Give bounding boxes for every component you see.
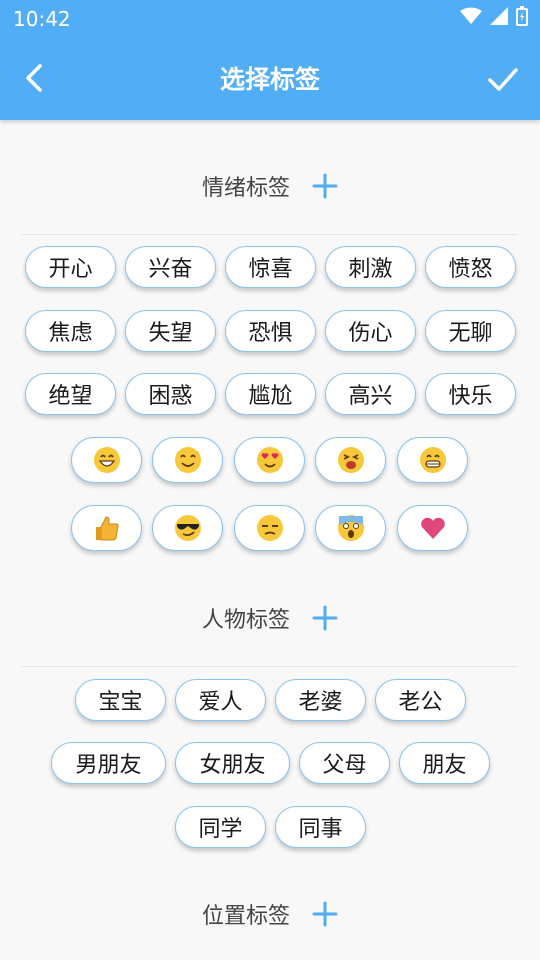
emoji-chip[interactable] xyxy=(397,437,468,483)
tag-chip[interactable]: 惊喜 xyxy=(225,246,316,288)
confirm-check-icon[interactable] xyxy=(486,62,520,96)
tag-chip[interactable]: 愤怒 xyxy=(425,246,516,288)
emoji-chip[interactable] xyxy=(397,505,468,551)
tag-chip[interactable]: 失望 xyxy=(125,310,216,352)
tag-chip[interactable]: 同学 xyxy=(175,806,266,848)
unamused-face-icon xyxy=(256,515,283,541)
smiling-face-icon xyxy=(174,447,201,473)
mood-divider xyxy=(22,234,518,235)
emoji-chip[interactable] xyxy=(152,505,223,551)
people-section-header: 人物标签 xyxy=(0,598,540,638)
emoji-chip[interactable] xyxy=(315,505,386,551)
emoji-chip[interactable] xyxy=(152,437,223,483)
tag-chip[interactable]: 兴奋 xyxy=(125,246,216,288)
mood-section-header: 情绪标签 xyxy=(0,166,540,206)
tag-chip[interactable]: 尴尬 xyxy=(225,373,316,415)
tag-chip[interactable]: 刺激 xyxy=(325,246,416,288)
tag-chip[interactable]: 恐惧 xyxy=(225,310,316,352)
tag-chip[interactable]: 伤心 xyxy=(325,310,416,352)
people-section-title: 人物标签 xyxy=(201,608,290,633)
emoji-chip[interactable] xyxy=(234,437,305,483)
grinning-teeth-face-icon xyxy=(419,447,446,473)
emoji-chip[interactable] xyxy=(71,437,142,483)
status-time: 10:42 xyxy=(13,7,71,31)
tag-chip[interactable]: 快乐 xyxy=(425,373,516,415)
tag-chip[interactable]: 同事 xyxy=(275,806,366,848)
grinning-face-icon xyxy=(93,447,120,473)
heart-eyes-face-icon xyxy=(256,447,283,473)
tag-chip[interactable]: 女朋友 xyxy=(175,742,290,784)
heart-icon xyxy=(420,517,445,539)
location-section-header: 位置标签 xyxy=(0,894,540,934)
tag-chip[interactable]: 绝望 xyxy=(25,373,116,415)
screaming-face-icon xyxy=(337,515,364,541)
tag-chip[interactable]: 宝宝 xyxy=(75,679,166,721)
location-section-title: 位置标签 xyxy=(201,904,290,929)
tag-chip[interactable]: 老婆 xyxy=(275,679,366,721)
tired-face-icon xyxy=(337,447,364,473)
app-bar: 10:42 选择标签 xyxy=(0,0,540,120)
tag-chip[interactable]: 男朋友 xyxy=(51,742,166,784)
tag-chip[interactable]: 朋友 xyxy=(399,742,490,784)
emoji-chip[interactable] xyxy=(71,505,142,551)
status-icons xyxy=(460,6,528,26)
tag-chip[interactable]: 爱人 xyxy=(175,679,266,721)
wifi-icon xyxy=(460,7,482,24)
add-people-tag-icon[interactable] xyxy=(312,605,338,631)
tag-chip[interactable]: 父母 xyxy=(299,742,390,784)
mood-section-title: 情绪标签 xyxy=(201,176,290,201)
page-title: 选择标签 xyxy=(219,65,320,94)
people-divider xyxy=(22,666,518,667)
tag-chip[interactable]: 老公 xyxy=(375,679,466,721)
sunglasses-face-icon xyxy=(174,515,201,541)
signal-icon xyxy=(490,7,508,25)
emoji-chip[interactable] xyxy=(234,505,305,551)
tag-chip[interactable]: 开心 xyxy=(25,246,116,288)
tag-chip[interactable]: 焦虑 xyxy=(25,310,116,352)
battery-icon xyxy=(516,6,528,26)
tag-chip[interactable]: 困惑 xyxy=(125,373,216,415)
tag-chip[interactable]: 高兴 xyxy=(325,373,416,415)
thumbs-up-icon xyxy=(95,516,119,541)
add-location-tag-icon[interactable] xyxy=(312,901,338,927)
tag-chip[interactable]: 无聊 xyxy=(425,310,516,352)
status-bar: 10:42 xyxy=(0,0,540,38)
add-mood-tag-icon[interactable] xyxy=(312,173,338,199)
emoji-chip[interactable] xyxy=(315,437,386,483)
